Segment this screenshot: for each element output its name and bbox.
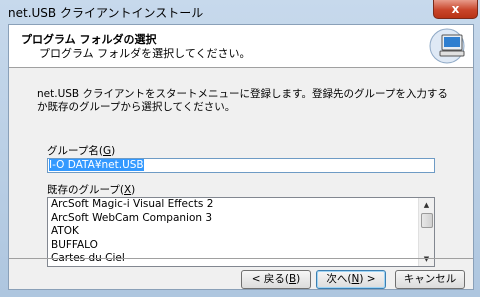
wizard-frame: プログラム フォルダの選択 プログラム フォルダを選択してください。 net.U… (8, 24, 474, 290)
scroll-down-icon[interactable]: ▼ (419, 252, 434, 266)
close-button[interactable]: x (433, 0, 478, 19)
cd-computer-icon (429, 28, 465, 64)
list-item[interactable]: ATOK (48, 225, 434, 239)
back-button[interactable]: < 戻る(B) (241, 270, 311, 289)
close-icon: x (451, 2, 460, 16)
list-item[interactable]: BUFFALO (48, 239, 434, 253)
list-item[interactable]: ArcSoft Magic-i Visual Effects 2 (48, 198, 434, 212)
installer-window: net.USB クライアントインストール x プログラム フォルダの選択 プログ… (0, 0, 480, 297)
scroll-up-icon[interactable]: ▲ (419, 198, 434, 212)
footer-divider (9, 258, 473, 259)
group-name-input[interactable]: I-O DATA¥net.USB (47, 158, 435, 173)
cancel-button[interactable]: キャンセル (395, 270, 465, 289)
list-item[interactable]: ArcSoft WebCam Companion 3 (48, 212, 434, 226)
group-name-label: グループ名(G) (47, 145, 116, 157)
description-text: net.USB クライアントをスタートメニューに登録します。登録先のグループを入… (37, 88, 448, 113)
title-bar[interactable]: net.USB クライアントインストール x (0, 0, 480, 24)
wizard-header: プログラム フォルダの選択 プログラム フォルダを選択してください。 (9, 25, 473, 68)
wizard-content: net.USB クライアントをスタートメニューに登録します。登録先のグループを入… (9, 68, 473, 267)
existing-groups-label: 既存のグループ(X) (47, 184, 136, 196)
vertical-scrollbar[interactable]: ▲ ▼ (418, 198, 434, 266)
group-name-value: I-O DATA¥net.USB (49, 159, 144, 171)
scroll-thumb[interactable] (421, 213, 433, 228)
header-subtitle: プログラム フォルダを選択してください。 (39, 47, 251, 60)
window-title: net.USB クライアントインストール (8, 6, 204, 20)
next-button[interactable]: 次へ(N) > (316, 270, 386, 289)
existing-groups-list[interactable]: ArcSoft Magic-i Visual Effects 2 ArcSoft… (47, 197, 435, 267)
